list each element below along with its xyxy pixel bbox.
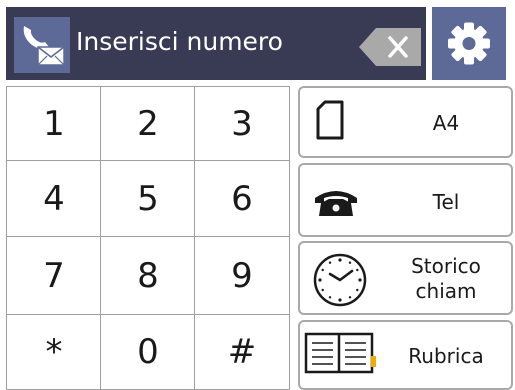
address-book-icon <box>304 330 378 380</box>
paper-size-label: A4 <box>432 111 460 135</box>
key-7[interactable]: 7 <box>6 236 102 316</box>
key-star[interactable]: * <box>6 314 102 390</box>
telephone-icon <box>313 187 359 221</box>
number-entry-bar[interactable]: Inserisci numero <box>6 7 426 80</box>
key-0[interactable]: 0 <box>100 314 196 390</box>
call-history-button[interactable]: Storico chiam <box>298 241 513 315</box>
number-input[interactable]: Inserisci numero <box>76 24 283 60</box>
gear-icon <box>448 22 490 65</box>
backspace-icon <box>359 28 421 66</box>
dial-keypad: 1 2 3 4 5 6 7 8 9 * 0 # <box>6 86 290 390</box>
address-book-label: Rubrica <box>408 344 484 368</box>
fax-icon <box>14 17 70 73</box>
key-1[interactable]: 1 <box>6 86 102 162</box>
key-8[interactable]: 8 <box>100 236 196 316</box>
call-history-label-line1: Storico <box>411 254 481 278</box>
call-history-label-line2: chiam <box>415 279 477 303</box>
key-5[interactable]: 5 <box>100 160 196 238</box>
call-history-label: Storico chiam <box>381 254 511 304</box>
tel-button[interactable]: Tel <box>298 163 513 237</box>
key-hash[interactable]: # <box>194 314 290 390</box>
address-book-button[interactable]: Rubrica <box>298 320 513 390</box>
key-6[interactable]: 6 <box>194 160 290 238</box>
tel-label: Tel <box>432 190 460 214</box>
key-2[interactable]: 2 <box>100 86 196 162</box>
key-3[interactable]: 3 <box>194 86 290 162</box>
clock-icon <box>312 252 368 312</box>
paper-size-button[interactable]: A4 <box>298 86 513 158</box>
key-4[interactable]: 4 <box>6 160 102 238</box>
backspace-button[interactable] <box>359 28 421 66</box>
settings-button[interactable] <box>432 7 506 80</box>
key-9[interactable]: 9 <box>194 236 290 316</box>
paper-icon <box>316 100 344 144</box>
